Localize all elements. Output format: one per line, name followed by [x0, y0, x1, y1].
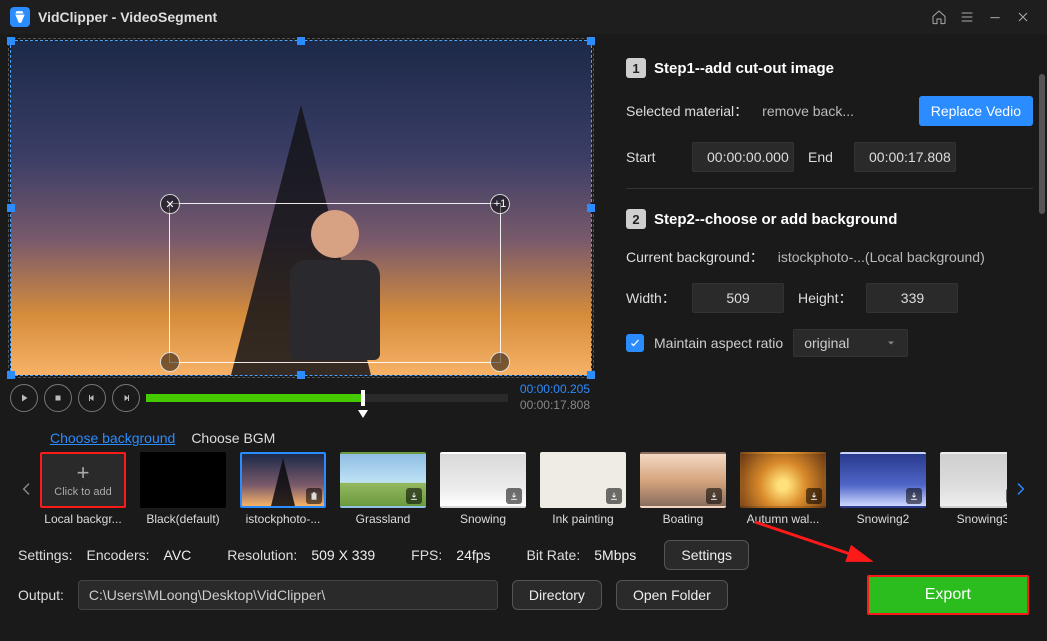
menu-button[interactable] — [953, 3, 981, 31]
bg-thumb-snowing3[interactable] — [940, 452, 1007, 508]
step-number-icon: 2 — [626, 209, 646, 229]
current-bg-label: Current background： — [626, 247, 764, 267]
preview-panel: 00:00:00.205 00:00:17.808 — [0, 34, 600, 424]
bottom-bar: Settings: Encoders: AVC Resolution: 509 … — [0, 534, 1047, 626]
end-label: End — [808, 149, 840, 165]
tab-choose-background[interactable]: Choose background — [50, 430, 175, 446]
download-icon[interactable] — [906, 488, 922, 504]
delete-thumb-icon[interactable] — [306, 488, 322, 504]
bg-thumb-istockphoto[interactable] — [240, 452, 326, 508]
bitrate-value: 5Mbps — [594, 547, 636, 563]
download-icon[interactable] — [606, 488, 622, 504]
step2-title: Step2--choose or add background — [654, 211, 897, 228]
download-icon[interactable] — [706, 488, 722, 504]
open-folder-button[interactable]: Open Folder — [616, 580, 728, 610]
current-time: 00:00:00.205 — [520, 382, 590, 398]
selected-material-value: remove back... — [762, 103, 854, 119]
resolution-label: Resolution: — [227, 547, 297, 563]
window-title: VidClipper - VideoSegment — [38, 9, 217, 25]
thumb-label: Local backgr... — [40, 512, 126, 526]
width-label: Width： — [626, 288, 678, 308]
download-icon[interactable] — [406, 488, 422, 504]
tab-choose-bgm[interactable]: Choose BGM — [191, 430, 275, 446]
region-handle-icon[interactable] — [490, 352, 510, 372]
home-button[interactable] — [925, 3, 953, 31]
end-time-field[interactable]: 00:00:17.808 — [854, 142, 956, 172]
thumb-label: istockphoto-... — [240, 512, 326, 526]
fps-label: FPS: — [411, 547, 442, 563]
preview-canvas[interactable] — [10, 40, 592, 376]
bitrate-label: Bit Rate: — [527, 547, 581, 563]
thumb-label: Boating — [640, 512, 726, 526]
step1-title: Step1--add cut-out image — [654, 60, 834, 77]
bg-thumb-black[interactable] — [140, 452, 226, 508]
delete-region-icon[interactable] — [160, 194, 180, 214]
encoders-value: AVC — [164, 547, 192, 563]
output-path-field[interactable]: C:\Users\MLoong\Desktop\VidClipper\ — [78, 580, 498, 610]
add-background-button[interactable]: Click to add — [40, 452, 126, 508]
resolution-value: 509 X 339 — [311, 547, 375, 563]
thumb-label: Snowing2 — [840, 512, 926, 526]
aspect-ratio-label: Maintain aspect ratio — [654, 335, 783, 351]
steps-panel: 1 Step1--add cut-out image Selected mate… — [600, 34, 1047, 424]
next-frame-button[interactable] — [112, 384, 140, 412]
app-logo-icon — [10, 7, 30, 27]
minimize-button[interactable] — [981, 3, 1009, 31]
settings-button[interactable]: Settings — [664, 540, 749, 570]
aspect-ratio-select[interactable]: original — [793, 329, 908, 357]
carousel-prev-button[interactable] — [14, 461, 40, 517]
carousel-next-button[interactable] — [1007, 461, 1033, 517]
fps-value: 24fps — [456, 547, 490, 563]
duplicate-region-icon[interactable] — [490, 194, 510, 214]
bg-thumb-ink-painting[interactable] — [540, 452, 626, 508]
step-number-icon: 1 — [626, 58, 646, 78]
timeline-slider[interactable] — [146, 386, 508, 410]
output-label: Output: — [18, 587, 64, 603]
prev-frame-button[interactable] — [78, 384, 106, 412]
region-handle-icon[interactable] — [160, 352, 180, 372]
start-label: Start — [626, 149, 678, 165]
settings-label: Settings: — [18, 547, 72, 563]
thumb-label: Grassland — [340, 512, 426, 526]
thumb-label: Black(default) — [140, 512, 226, 526]
download-icon[interactable] — [1006, 488, 1007, 504]
duration-time: 00:00:17.808 — [520, 398, 590, 414]
bg-thumb-snowing2[interactable] — [840, 452, 926, 508]
thumb-label: Snowing3 — [940, 512, 1007, 526]
background-chooser: Choose background Choose BGM Click to ad… — [0, 424, 1047, 534]
bg-thumb-boating[interactable] — [640, 452, 726, 508]
scrollbar[interactable] — [1039, 74, 1045, 214]
stop-button[interactable] — [44, 384, 72, 412]
download-icon[interactable] — [806, 488, 822, 504]
aspect-ratio-checkbox[interactable] — [626, 334, 644, 352]
start-time-field[interactable]: 00:00:00.000 — [692, 142, 794, 172]
selected-material-label: Selected material： — [626, 101, 748, 121]
current-bg-value: istockphoto-...(Local background) — [778, 249, 985, 265]
export-button[interactable]: Export — [867, 575, 1029, 615]
encoders-label: Encoders: — [86, 547, 149, 563]
chevron-down-icon — [885, 337, 897, 349]
title-bar: VidClipper - VideoSegment — [0, 0, 1047, 34]
thumb-label: Snowing — [440, 512, 526, 526]
player-controls: 00:00:00.205 00:00:17.808 — [10, 382, 590, 413]
height-field[interactable]: 339 — [866, 283, 958, 313]
thumb-label: Autumn wal... — [740, 512, 826, 526]
bg-thumb-autumn[interactable] — [740, 452, 826, 508]
play-button[interactable] — [10, 384, 38, 412]
width-field[interactable]: 509 — [692, 283, 784, 313]
height-label: Height： — [798, 288, 852, 308]
thumb-label: Ink painting — [540, 512, 626, 526]
bg-thumb-grassland[interactable] — [340, 452, 426, 508]
close-button[interactable] — [1009, 3, 1037, 31]
download-icon[interactable] — [506, 488, 522, 504]
replace-video-button[interactable]: Replace Vedio — [919, 96, 1033, 126]
directory-button[interactable]: Directory — [512, 580, 602, 610]
cutout-region[interactable] — [169, 203, 501, 363]
bg-thumb-snowing[interactable] — [440, 452, 526, 508]
